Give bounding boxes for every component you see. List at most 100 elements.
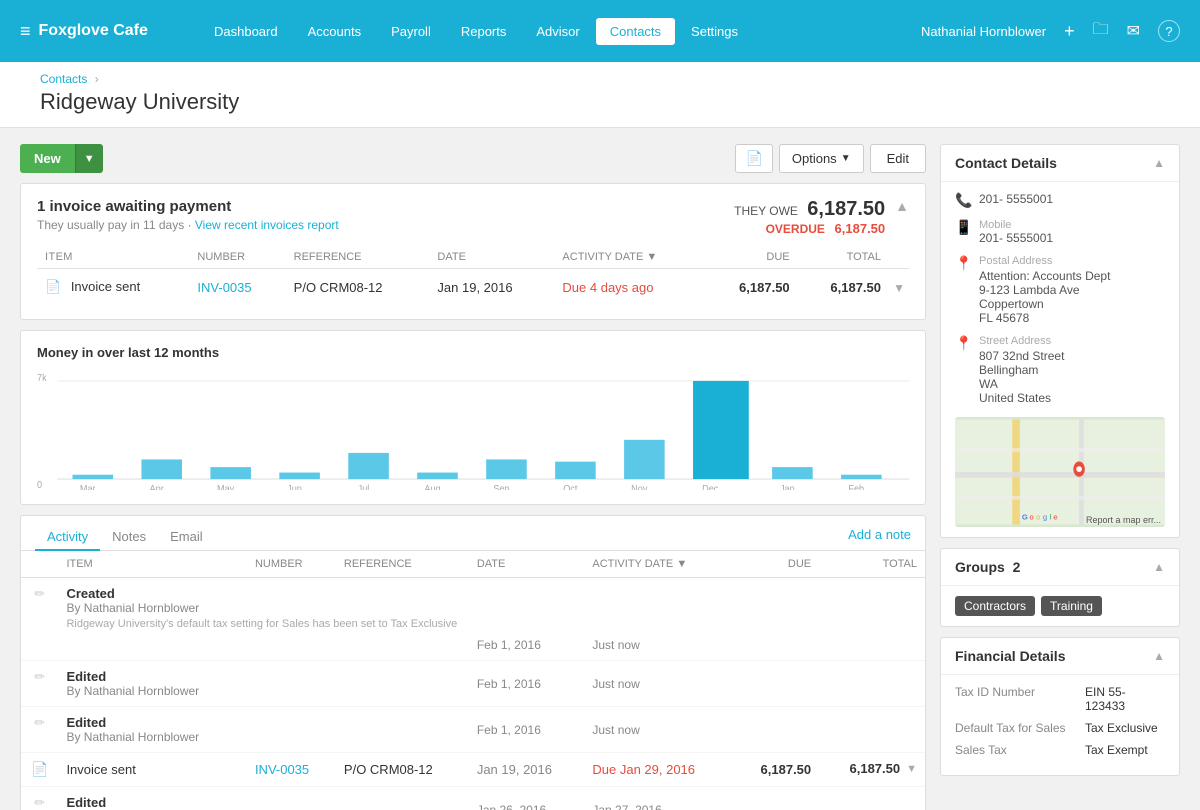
activity-row-edited-2: ✏ Edited By Nathanial Hornblower Feb 1, … (21, 707, 925, 753)
activity-row-created: ✏ Created By Nathanial Hornblower Ridgew… (21, 578, 925, 639)
contact-details-card: Contact Details ▲ 📞 201- 5555001 📱 Mobil… (940, 144, 1180, 538)
invoice-table: ITEM NUMBER REFERENCE DATE ACTIVITY DATE… (37, 246, 909, 305)
svg-text:Dec: Dec (702, 484, 718, 490)
they-owe-label: THEY OWE (734, 204, 798, 218)
chart-title: Money in over last 12 months (37, 345, 909, 360)
nav-advisor[interactable]: Advisor (522, 18, 593, 45)
nav-reports[interactable]: Reports (447, 18, 521, 45)
nav-contacts[interactable]: Contacts (596, 18, 675, 45)
activity-row-edited-1: ✏ Edited By Nathanial Hornblower Feb 1, … (21, 661, 925, 707)
mobile-icon: 📱 (955, 219, 971, 236)
tab-activity[interactable]: Activity (35, 524, 100, 551)
chart-card: Money in over last 12 months 7k 0 (20, 330, 926, 505)
options-button[interactable]: Options ▼ (779, 144, 864, 173)
add-note-link[interactable]: Add a note (848, 527, 911, 547)
collapse-contact-btn[interactable]: ▲ (1153, 156, 1165, 170)
financial-details-card: Financial Details ▲ Tax ID Number EIN 55… (940, 637, 1180, 776)
activity-item-title: Created (66, 586, 917, 601)
group-training[interactable]: Training (1041, 596, 1102, 616)
street-line-1: 807 32nd Street (979, 349, 1064, 363)
col-activity-date[interactable]: ACTIVITY DATE ▼ (554, 246, 706, 269)
invoice-number-link[interactable]: INV-0035 (197, 280, 251, 295)
col-total: TOTAL (798, 246, 889, 269)
col-item: ITEM (37, 246, 189, 269)
financial-title: Financial Details (955, 648, 1065, 664)
map-placeholder[interactable]: G o o g l e Report a map err... (955, 417, 1165, 527)
tab-notes[interactable]: Notes (100, 524, 158, 551)
they-owe-amount: 6,187.50 (807, 198, 885, 220)
new-button[interactable]: New (20, 144, 75, 173)
doc-icon: 📄 (31, 761, 48, 777)
activity-card: Activity Notes Email Add a note ITEM NUM… (20, 515, 926, 810)
group-contractors[interactable]: Contractors (955, 596, 1035, 616)
nav-links: Dashboard Accounts Payroll Reports Advis… (200, 18, 901, 45)
fin-value-tax-id: EIN 55-123433 (1085, 685, 1165, 713)
document-icon-button[interactable]: 📄 (735, 144, 772, 173)
top-nav: ≡ Foxglove Cafe Dashboard Accounts Payro… (0, 0, 1200, 62)
nav-accounts[interactable]: Accounts (294, 18, 375, 45)
breadcrumb-parent[interactable]: Contacts (40, 72, 87, 86)
edit-button[interactable]: Edit (870, 144, 926, 173)
view-invoices-link[interactable]: View recent invoices report (195, 218, 339, 232)
contact-mobile: 201- 5555001 (979, 231, 1053, 245)
pencil-icon: ✏ (34, 586, 45, 601)
col-due: DUE (706, 246, 797, 269)
mobile-label: Mobile (979, 219, 1053, 231)
nav-user[interactable]: Nathanial Hornblower (921, 24, 1046, 39)
svg-text:G: G (1022, 513, 1028, 522)
breadcrumb[interactable]: Contacts › (40, 72, 1160, 86)
contact-details-title: Contact Details (955, 155, 1057, 171)
nav-dashboard[interactable]: Dashboard (200, 18, 292, 45)
invoice-reference: P/O CRM08-12 (286, 269, 430, 306)
pencil-icon: ✏ (34, 715, 45, 730)
activity-row-invoice: 📄 Invoice sent INV-0035 P/O CRM08-12 Jan… (21, 753, 925, 787)
fin-label-default-tax: Default Tax for Sales (955, 721, 1085, 735)
new-button-group: New ▼ (20, 144, 103, 173)
pencil-icon: ✏ (34, 795, 45, 810)
activity-table: ITEM NUMBER REFERENCE DATE ACTIVITY DATE… (21, 551, 925, 810)
collapse-invoice-button[interactable]: ▲ (895, 198, 909, 214)
activity-item-desc: Ridgeway University's default tax settin… (66, 618, 917, 630)
nav-add-icon[interactable]: + (1064, 21, 1075, 42)
overdue-label: OVERDUE (766, 222, 825, 236)
new-button-dropdown[interactable]: ▼ (75, 144, 103, 173)
nav-folder-icon[interactable]: 🗀 (1093, 18, 1109, 45)
activity-ref: P/O CRM08-12 (344, 762, 433, 777)
svg-text:May: May (217, 484, 234, 490)
street-label: Street Address (979, 335, 1064, 347)
nav-payroll[interactable]: Payroll (377, 18, 445, 45)
activity-inv-link[interactable]: INV-0035 (255, 762, 309, 777)
svg-text:Jun: Jun (287, 484, 302, 490)
activity-item-sub: By Nathanial Hornblower (66, 684, 239, 698)
svg-text:e: e (1053, 513, 1057, 522)
nav-mail-icon[interactable]: ✉ (1127, 21, 1140, 41)
svg-text:Feb: Feb (848, 484, 864, 490)
activity-item-title: Edited (66, 715, 239, 730)
right-buttons: 📄 Options ▼ Edit (735, 144, 926, 173)
activity-tabs-bar: Activity Notes Email Add a note (21, 516, 925, 551)
nav-settings[interactable]: Settings (677, 18, 752, 45)
svg-text:Jul: Jul (358, 484, 370, 490)
collapse-financial-btn[interactable]: ▲ (1153, 649, 1165, 663)
street-line-2: Bellingham (979, 363, 1064, 377)
col-number: NUMBER (189, 246, 285, 269)
svg-text:o: o (1036, 513, 1040, 522)
page-header: Contacts › Ridgeway University (0, 62, 1200, 128)
svg-text:Aug: Aug (424, 484, 440, 490)
activity-item-title: Edited (66, 795, 239, 810)
report-map-error[interactable]: Report a map err... (1086, 515, 1161, 525)
invoice-row-expand-2[interactable]: ▼ (906, 763, 917, 775)
invoice-item-label: Invoice sent (71, 279, 140, 294)
activity-row-created-dates: Feb 1, 2016 Just now (21, 638, 925, 661)
nav-help-icon[interactable]: ? (1158, 20, 1180, 42)
tab-email[interactable]: Email (158, 524, 215, 551)
invoice-row-expand[interactable]: ▼ (893, 281, 905, 295)
svg-text:g: g (1043, 513, 1047, 522)
svg-text:Sep: Sep (493, 484, 509, 490)
app-logo[interactable]: ≡ Foxglove Cafe (20, 21, 180, 42)
groups-title: Groups 2 (955, 559, 1020, 575)
chart-svg: 7k 0 (37, 370, 909, 490)
collapse-groups-btn[interactable]: ▲ (1153, 560, 1165, 574)
svg-text:Apr: Apr (150, 484, 164, 490)
street-line-3: WA (979, 377, 1064, 391)
